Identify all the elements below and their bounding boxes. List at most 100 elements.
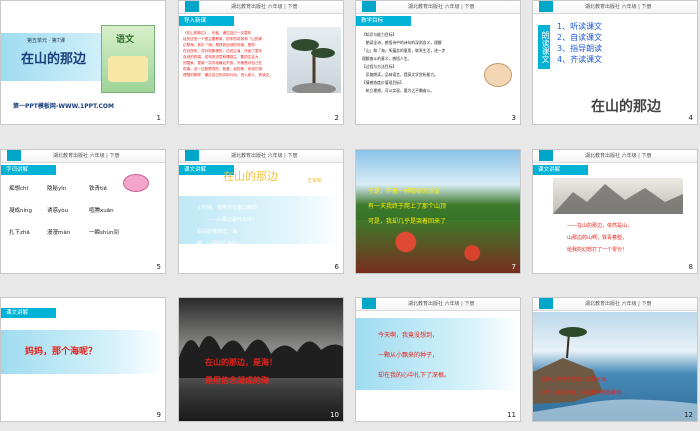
slide-number: 8: [688, 263, 693, 271]
slide-number: 1: [156, 114, 161, 122]
header-text: 湖北教育出版社 六年级 | 下册: [408, 4, 475, 10]
text-line: 反复朗读，品味语言，提高文学赏析能力。: [362, 72, 438, 77]
slide-thumbnail-6[interactable]: 湖北教育出版社 六年级 | 下册 课文讲解 在山的那边 王家新 小时候，我常伏在…: [178, 149, 344, 274]
vocab-word: 铁青tiě: [89, 186, 108, 192]
slide-thumbnail-2[interactable]: 湖北教育出版社 六年级 | 下册 导入新课 《在山的那边》，作者，通过自己一次童…: [178, 0, 344, 125]
reading-side-label: 朗读课文: [538, 25, 550, 69]
slide-thumbnail-1[interactable]: 第五单元 · 第7课 在山的那边 语文 第一PPT模板网-WWW.1PPT.CO…: [0, 0, 166, 125]
header-mark: [362, 1, 376, 12]
header-text: 湖北教育出版社 六年级 | 下册: [53, 153, 120, 159]
header-mark: [539, 1, 553, 12]
text-line: 给我的幻想打了一个零分！: [567, 247, 628, 253]
text-line: 哦，山那边是海吗？: [197, 241, 243, 247]
slide-header: 湖北教育出版社 六年级 | 下册: [179, 150, 343, 163]
footer-url: 第一PPT模板网-WWW.1PPT.COM: [13, 103, 114, 110]
slide-thumbnail-12[interactable]: 湖北教育出版社 六年级 | 下册 是的，我终于见到一次跟大海， 这个山那边的海，…: [532, 297, 698, 422]
text-line: 有一天我终于爬上了那个山顶: [368, 203, 447, 210]
text-line: 今天啊，我竟没想到，: [378, 332, 439, 339]
text-block: 《在山的那边》，作者，通过自己一次童年 经历过的一个很主要教育，抓牢的将其和「山…: [183, 30, 283, 78]
text-line: 于是，怀着一种隐秘的想望: [368, 188, 441, 195]
reading-steps: 1、听读课文 2、自读课文 3、指导朗读 4、齐读课文: [557, 21, 602, 65]
text-line: 【情感态度价值观目标】: [362, 80, 404, 85]
children-illustration: [108, 56, 148, 82]
step-item: 1、听读课文: [557, 22, 603, 31]
section-bar: 字词讲解: [1, 165, 56, 175]
slide-number: 4: [688, 114, 693, 122]
header-text: 湖北教育出版社 六年级 | 下册: [585, 301, 652, 307]
slide-number: 5: [156, 263, 161, 271]
poem-lines: 在山的那边，是海！ 是用信念凝成的海: [205, 354, 277, 390]
slide-title: 在山的那边: [591, 99, 661, 115]
book-label: 语文: [116, 35, 135, 45]
slide-header: 湖北教育出版社 六年级 | 下册: [356, 1, 520, 14]
slide-number: 2: [334, 114, 339, 122]
poem-title: 在山的那边: [223, 170, 278, 183]
vocab-word: 凝成níng: [9, 208, 32, 214]
slide-thumbnail-8[interactable]: 湖北教育出版社 六年级 | 下册 课文讲解 ——在山的那边，依然是山， 山那边的…: [532, 149, 698, 274]
header-mark: [185, 1, 199, 12]
section-bar: 导入新课: [179, 16, 234, 26]
slide-thumbnail-5[interactable]: 湖北教育出版社 六年级 | 下册 字词讲解 痴想chī 隐秘yǐn 铁青tiě 凝成…: [0, 149, 166, 274]
slide-title: 在山的那边: [21, 52, 87, 67]
slide-thumbnail-10[interactable]: 在山的那边，是海！ 是用信念凝成的海 10: [178, 297, 344, 422]
objectives-text: 【知识与能力目标】 朗读全诗，感悟诗中的诗句的深刻含义，理解 「山」和「海」所蕴…: [362, 31, 482, 95]
section-bar: 课文讲解: [1, 308, 56, 318]
text-line: ——在山的那边，依然是山，: [567, 223, 633, 229]
header-text: 湖北教育出版社 六年级 | 下册: [231, 153, 298, 159]
text-line: 这个山那边的海，以后都会激励着我...: [541, 390, 626, 396]
pine-rock-image: [287, 27, 341, 95]
slide-number: 10: [330, 411, 339, 419]
slide-number: 12: [684, 411, 693, 419]
text-line: 理想的那样，通过自己的实际行动，进入奋斗，抓读文。: [183, 73, 273, 77]
poem-author: 王家新: [307, 178, 323, 184]
text-line: 山那边的山啊，铁青着脸，: [567, 235, 628, 241]
text-line: 在山的那边，是海！: [205, 358, 277, 367]
quote-text: 妈妈，那个海呢？: [25, 347, 98, 357]
slide-number: 11: [507, 411, 516, 419]
text-line: 树立理想，可以实现，要为之不懈奋斗。: [362, 88, 435, 93]
slide-header: 湖北教育出版社 六年级 | 下册: [356, 298, 520, 311]
header-mark: [539, 150, 553, 161]
slide-thumbnail-4[interactable]: 湖北教育出版社 六年级 | 下册 朗读课文 1、听读课文 2、自读课文 3、指导…: [532, 0, 698, 125]
pine-tree-illustration: [291, 39, 336, 95]
poem-lines: 是的，我终于见到一次跟大海， 这个山那边的海，以后都会激励着我...: [541, 374, 626, 400]
step-item: 3、指导朗读: [557, 44, 603, 53]
text-line: 朗读全诗，感悟诗中的诗句的深刻含义，理解: [362, 40, 442, 45]
slide-number: 6: [334, 263, 339, 271]
text-line: 【知识与能力目标】: [362, 32, 397, 37]
slide-header: 湖北教育出版社 六年级 | 下册: [1, 150, 165, 163]
text-line: 却在我的心中扎下了深根。: [378, 372, 451, 379]
step-item: 4、齐读课文: [557, 55, 603, 64]
header-mark: [362, 298, 376, 309]
slide-header: 湖北教育出版社 六年级 | 下册: [179, 1, 343, 14]
unit-label: 第五单元 · 第7课: [27, 38, 65, 44]
slide-thumbnail-9[interactable]: 课文讲解 妈妈，那个海呢？ 9: [0, 297, 166, 422]
vocab-word: 诱惑yòu: [47, 208, 69, 214]
text-line: ——山那边是什么呢？: [207, 217, 258, 223]
coast-image: [533, 312, 697, 421]
header-mark: [7, 150, 21, 161]
mountain-silhouette: [553, 184, 683, 214]
slide-header: 湖北教育出版社 六年级 | 下册: [533, 150, 697, 163]
slide-thumbnail-11[interactable]: 湖北教育出版社 六年级 | 下册 今天啊，我竟没想到， 一颗从小飘来的种子， 却…: [355, 297, 521, 422]
slide-number: 7: [511, 263, 516, 271]
slide-number: 3: [511, 114, 516, 122]
poem-lines: 今天啊，我竟没想到， 一颗从小飘来的种子， 却在我的心中扎下了深根。: [378, 326, 450, 386]
header-mark: [185, 150, 199, 161]
slide-thumbnail-3[interactable]: 湖北教育出版社 六年级 | 下册 教学目标 【知识与能力目标】 朗读全诗，感悟诗…: [355, 0, 521, 125]
cartoon-sheep-icon: [484, 63, 512, 87]
vocab-word: 漫漫màn: [47, 230, 71, 236]
text-line: 理解奋斗的意义，感悟人生。: [362, 56, 412, 61]
header-mark: [539, 298, 553, 309]
poem-lines: 小时候，我常伏在窗口痴想 ——山那边是什么呢？ 妈妈给我说过：海 哦，山那边是海…: [197, 202, 257, 250]
flower-icon: [123, 174, 149, 192]
text-line: 一颗从小飘来的种子，: [378, 352, 439, 359]
vocab-word: 隐秘yǐn: [47, 186, 67, 192]
header-text: 湖北教育出版社 六年级 | 下册: [585, 153, 652, 159]
vocab-word: 痴想chī: [9, 186, 29, 192]
slide-header: 湖北教育出版社 六年级 | 下册: [533, 1, 697, 14]
textbook-cover-image: 语文: [101, 25, 155, 93]
slide-thumbnail-7[interactable]: 于是，怀着一种隐秘的想望 有一天我终于爬上了那个山顶 可是，我却几乎是哭着回来了…: [355, 149, 521, 274]
header-text: 湖北教育出版社 六年级 | 下册: [408, 301, 475, 307]
text-line: 【过程与方法目标】: [362, 64, 397, 69]
